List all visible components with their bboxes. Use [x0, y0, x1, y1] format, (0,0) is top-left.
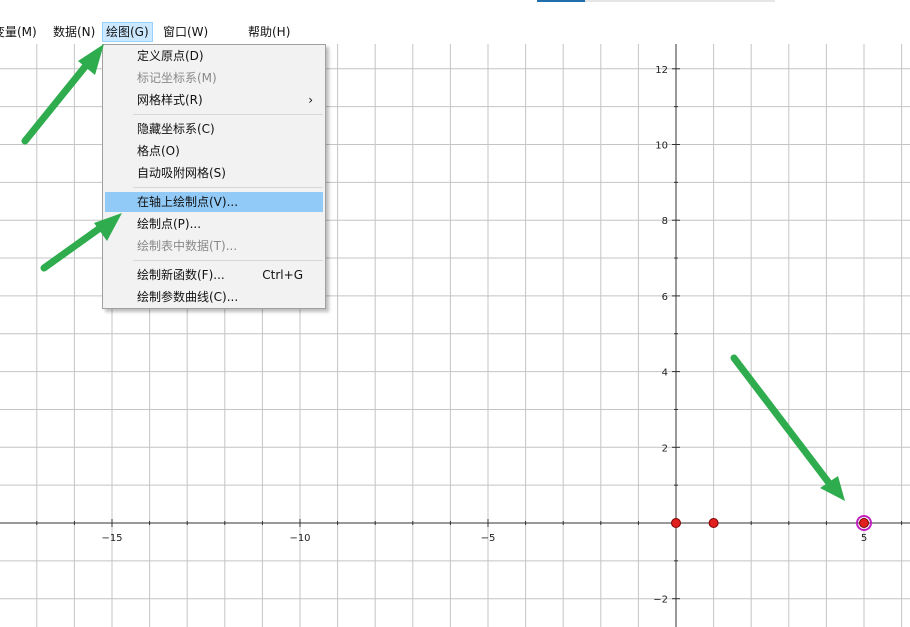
menu-item-grid-style[interactable]: 网格样式(R) ›: [105, 90, 323, 110]
y-tick-label: 4: [662, 368, 668, 379]
menu-item-plot-parametric-curve[interactable]: 绘制参数曲线(C)...: [105, 287, 323, 307]
top-window-strip: [0, 0, 910, 20]
menu-item-label: 标记坐标系(M): [137, 71, 217, 85]
x-tick-label: −15: [101, 533, 122, 544]
menu-item-plot-new-function[interactable]: 绘制新函数(F)... Ctrl+G: [105, 265, 323, 285]
menu-separator: [133, 187, 323, 188]
toolbar-edge: [585, 0, 775, 2]
plotted-point[interactable]: [859, 518, 869, 528]
menu-separator: [133, 114, 323, 115]
menu-graph[interactable]: 绘图(G): [102, 22, 153, 42]
y-tick-label: 8: [662, 216, 668, 227]
menu-item-snap-to-grid[interactable]: 自动吸附网格(S): [105, 163, 323, 183]
menu-bar: 变量(M) 数据(N) 绘图(G) 窗口(W) 帮助(H): [0, 20, 910, 44]
submenu-arrow-icon: ›: [308, 93, 313, 107]
active-tab-indicator[interactable]: [537, 0, 585, 2]
menu-item-label: 绘制参数曲线(C)...: [137, 290, 239, 304]
y-tick-label: −2: [653, 595, 668, 606]
menu-item-plot-table-data: 绘制表中数据(T)...: [105, 236, 323, 256]
menu-window[interactable]: 窗口(W): [160, 22, 211, 42]
plotted-point[interactable]: [671, 518, 681, 528]
y-tick-label: 12: [655, 65, 668, 76]
menu-item-label: 绘制表中数据(T)...: [137, 239, 238, 253]
menu-item-label: 网格样式(R): [137, 93, 203, 107]
y-tick-label: 10: [655, 141, 668, 152]
menu-item-plot-points[interactable]: 绘制点(P)...: [105, 214, 323, 234]
menu-item-plot-points-on-axis[interactable]: 在轴上绘制点(V)...: [105, 192, 323, 212]
y-tick-label: 2: [662, 443, 668, 454]
graph-menu-dropdown: 定义原点(D) 标记坐标系(M) 网格样式(R) › 隐藏坐标系(C) 格点(O)…: [102, 44, 326, 309]
menu-item-mark-coordinate-system: 标记坐标系(M): [105, 68, 323, 88]
menu-item-hide-coordinate-system[interactable]: 隐藏坐标系(C): [105, 119, 323, 139]
menu-data[interactable]: 数据(N): [50, 22, 98, 42]
menu-item-label: 自动吸附网格(S): [137, 166, 226, 180]
menu-item-label: 格点(O): [137, 144, 180, 158]
menu-variables[interactable]: 变量(M): [0, 22, 40, 42]
menu-item-label: 绘制新函数(F)...: [137, 268, 225, 282]
menu-item-label: 绘制点(P)...: [137, 217, 202, 231]
menu-item-label: 在轴上绘制点(V)...: [137, 195, 239, 209]
x-tick-label: 5: [861, 533, 867, 544]
x-tick-label: −10: [289, 533, 310, 544]
menu-separator: [133, 260, 323, 261]
menu-item-label: 隐藏坐标系(C): [137, 122, 215, 136]
menu-item-define-origin[interactable]: 定义原点(D): [105, 46, 323, 66]
x-tick-label: −5: [481, 533, 496, 544]
y-tick-label: 6: [662, 292, 668, 303]
shortcut-label: Ctrl+G: [262, 268, 303, 282]
menu-item-label: 定义原点(D): [137, 49, 204, 63]
menu-help[interactable]: 帮助(H): [245, 22, 293, 42]
menu-item-grid-points[interactable]: 格点(O): [105, 141, 323, 161]
plotted-point[interactable]: [708, 518, 719, 528]
